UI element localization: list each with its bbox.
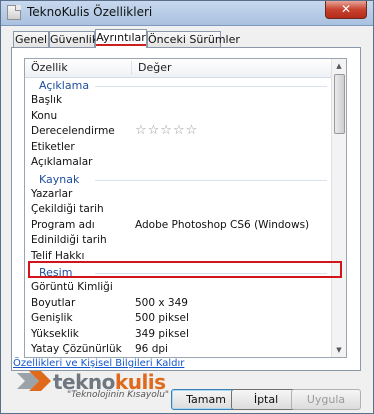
list-item[interactable]: Başlık [25, 93, 334, 109]
column-header-property[interactable]: Özellik [31, 61, 68, 74]
tab-onceki-surumler[interactable]: Önceki Sürümler [147, 31, 240, 47]
list-item[interactable]: Etiketler [25, 140, 334, 156]
apply-button[interactable]: Uygula [291, 389, 361, 410]
details-panel: Özellik Değer Açıklama Başlık Konu Derec… [11, 47, 361, 371]
scroll-up-icon[interactable]: ▲ [332, 59, 346, 73]
group-header-kaynak: Kaynak [25, 171, 334, 187]
list-header: Özellik Değer [25, 59, 334, 78]
properties-window: TeknoKulis Özellikleri ✕ Genel Güvenlik … [0, 0, 374, 414]
list-rows: Açıklama Başlık Konu Derecelendirme ☆☆☆☆☆… [25, 77, 334, 357]
list-item[interactable]: Genişlik 500 piksel [25, 311, 334, 327]
list-item[interactable]: Konu [25, 109, 334, 125]
group-header-aciklama: Açıklama [25, 77, 334, 93]
list-item[interactable]: Yazarlar [25, 187, 334, 203]
tab-genel[interactable]: Genel [13, 31, 49, 47]
list-item[interactable]: Çekildiği tarih [25, 202, 334, 218]
list-item[interactable]: Yükseklik 349 piksel [25, 327, 334, 343]
list-item[interactable]: Görüntü Kimliği [25, 280, 334, 296]
list-item[interactable]: Derecelendirme ☆☆☆☆☆ [25, 124, 334, 140]
scroll-thumb[interactable] [334, 74, 345, 134]
scroll-down-icon[interactable]: ▼ [332, 343, 346, 357]
close-button[interactable]: ✕ [325, 1, 367, 19]
highlight-box [28, 261, 342, 278]
list-item[interactable]: Açıklamalar [25, 155, 334, 171]
list-item[interactable]: Edinildiği tarih [25, 233, 334, 249]
logo-mark-icon [17, 371, 51, 391]
rating-stars[interactable]: ☆☆☆☆☆ [135, 124, 198, 137]
tab-ayrintilar[interactable]: Ayrıntılar [95, 29, 147, 48]
vertical-scrollbar[interactable]: ▲ ▼ [331, 59, 346, 357]
list-item[interactable]: Yatay Çözünürlük 96 dpi [25, 342, 334, 357]
tab-guvenlik[interactable]: Güvenlik [49, 31, 98, 47]
file-icon [7, 5, 21, 20]
title-bar[interactable]: TeknoKulis Özellikleri ✕ [1, 1, 373, 26]
teknokulis-logo: teknokulis "Teknolojinin Kısayolu" [15, 367, 175, 401]
details-list[interactable]: Özellik Değer Açıklama Başlık Konu Derec… [24, 58, 347, 358]
list-item-program-name[interactable]: Program adı Adobe Photoshop CS6 (Windows) [25, 218, 334, 234]
column-header-value[interactable]: Değer [131, 61, 172, 75]
list-item[interactable]: Boyutlar 500 x 349 [25, 296, 334, 312]
window-title: TeknoKulis Özellikleri [27, 5, 153, 19]
logo-tagline: "Teknolojinin Kısayolu" [67, 390, 170, 400]
